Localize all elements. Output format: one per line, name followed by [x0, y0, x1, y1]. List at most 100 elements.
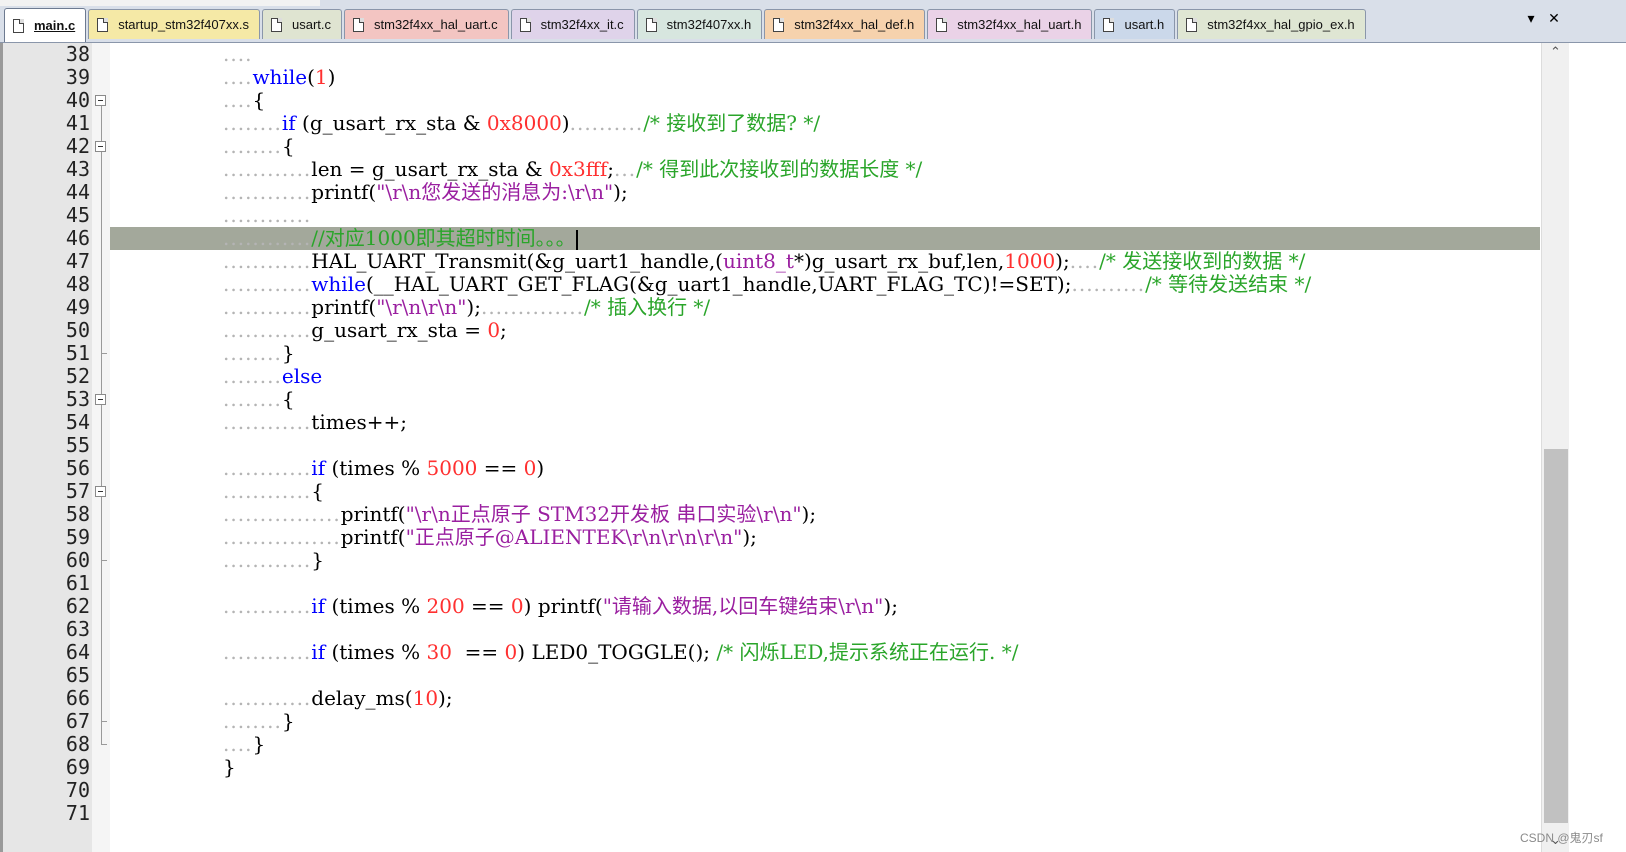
fold-end-marker	[101, 560, 107, 561]
code-line[interactable]: ............if (times % 5000 == 0)	[223, 457, 544, 480]
code-line[interactable]: ............	[223, 204, 311, 227]
code-line[interactable]: ........{	[223, 135, 295, 158]
tab-stm32f407xx-h[interactable]: stm32f407xx.h	[636, 9, 763, 39]
code-token: if	[311, 594, 326, 618]
code-line[interactable]: ....	[223, 43, 252, 66]
code-line[interactable]: ............delay_ms(10);	[223, 687, 453, 710]
tab-startup-stm32f407xx-s[interactable]: startup_stm32f407xx.s	[88, 9, 260, 39]
tab-label: stm32f4xx_hal_uart.c	[374, 17, 498, 32]
file-icon	[13, 18, 24, 33]
code-token: );	[883, 594, 898, 618]
code-line[interactable]: ....while(1)	[223, 66, 335, 89]
fold-collapse-icon[interactable]	[95, 394, 106, 405]
tab-label: main.c	[34, 18, 76, 33]
code-line[interactable]: ........else	[223, 365, 322, 388]
chevron-up-icon[interactable]: ⌃	[1542, 45, 1569, 60]
close-icon[interactable]: ✕	[1545, 11, 1563, 27]
code-line[interactable]: ............}	[223, 549, 324, 572]
tab-dropdown-icon[interactable]: ▾	[1522, 11, 1540, 27]
code-line[interactable]: ........}	[223, 342, 295, 365]
line-number: 39	[65, 65, 90, 89]
tab-stm32f4xx-hal-def-h[interactable]: stm32f4xx_hal_def.h	[764, 9, 926, 39]
code-token: 1	[314, 65, 328, 89]
line-number: 38	[65, 42, 90, 66]
code-token: );	[1055, 249, 1070, 273]
code-token: ==	[477, 456, 524, 480]
tab-stm32f4xx-hal-uart-h[interactable]: stm32f4xx_hal_uart.h	[927, 9, 1093, 39]
indent-guide: ............	[223, 157, 312, 181]
indent-guide: ...	[614, 157, 637, 181]
code-line[interactable]: ........{	[223, 388, 295, 411]
code-line[interactable]: ............g_usart_rx_sta = 0;	[223, 319, 507, 342]
code-token: 30	[426, 640, 452, 664]
code-line[interactable]: ............//对应1000即其超时时间。。。	[223, 227, 578, 250]
code-token: if	[311, 640, 326, 664]
line-number: 45	[65, 203, 90, 227]
code-token: 0	[487, 318, 501, 342]
code-line[interactable]: ............while(__HAL_UART_GET_FLAG(&g…	[223, 273, 1311, 296]
code-line[interactable]: ............if (times % 30 == 0) LED0_TO…	[223, 641, 1018, 664]
code-line[interactable]: ............times++;	[223, 411, 407, 434]
tab-stm32f4xx-hal-uart-c[interactable]: stm32f4xx_hal_uart.c	[344, 9, 509, 39]
line-number: 40	[65, 88, 90, 112]
file-icon	[97, 17, 109, 32]
code-line[interactable]: ................printf("正点原子@ALIENTEK\r\…	[223, 526, 757, 549]
code-token: (__HAL_UART_GET_FLAG(&g_uart1_handle,UAR…	[365, 272, 1072, 296]
line-number-gutter: 38 39 40 41 42 43 44 45 46 47 48 49 50 51 52 53 54 55 56 57…	[0, 43, 92, 852]
tab-usart-h[interactable]: usart.h	[1094, 9, 1176, 39]
text-cursor	[575, 229, 578, 250]
fold-collapse-icon[interactable]	[95, 486, 106, 497]
line-number: 54	[65, 410, 90, 434]
indent-guide: ....	[223, 42, 253, 66]
fold-end-marker	[101, 353, 107, 354]
indent-guide: ................	[223, 502, 341, 526]
code-line[interactable]: ....{	[223, 89, 265, 112]
vertical-scrollbar[interactable]: ⌃ ⌄	[1541, 43, 1569, 852]
code-token: }	[281, 709, 295, 733]
tab-stm32f4xx-hal-gpio-ex-h[interactable]: stm32f4xx_hal_gpio_ex.h	[1177, 9, 1366, 39]
line-number: 69	[65, 755, 90, 779]
line-number: 65	[65, 663, 90, 687]
code-token: );	[438, 686, 453, 710]
code-editor[interactable]: 38 39 40 41 42 43 44 45 46 47 48 49 50 51 52 53 54 55 56 57…	[0, 43, 1600, 852]
code-token: delay_ms(	[311, 686, 413, 710]
line-number: 58	[65, 502, 90, 526]
fold-collapse-icon[interactable]	[95, 95, 106, 106]
code-line[interactable]: ................printf("\r\n正点原子 STM32开发…	[223, 503, 816, 526]
code-token: "\r\n您发送的消息为:\r\n"	[376, 180, 614, 204]
indent-guide: ............	[223, 479, 312, 503]
code-token: {	[311, 479, 325, 503]
line-number: 63	[65, 617, 90, 641]
code-line[interactable]: ............HAL_UART_Transmit(&g_uart1_h…	[223, 250, 1305, 273]
line-number: 52	[65, 364, 90, 388]
code-line[interactable]: ............if (times % 200 == 0) printf…	[223, 595, 898, 618]
code-line[interactable]: ........}	[223, 710, 295, 733]
code-area[interactable]: .... ....while(1) ....{........if (g_usart…	[110, 43, 1540, 852]
code-line[interactable]: ........if (g_usart_rx_sta & 0x8000)....…	[223, 112, 820, 135]
tab-label: startup_stm32f407xx.s	[118, 17, 249, 32]
code-token: /* 闪烁LED,提示系统正在运行. */	[716, 640, 1019, 664]
code-token: /* 等待发送结束 */	[1145, 272, 1312, 296]
fold-collapse-icon[interactable]	[95, 141, 106, 152]
scrollbar-thumb[interactable]	[1544, 449, 1568, 823]
code-token: len = g_usart_rx_sta &	[311, 157, 549, 181]
code-line[interactable]: ............{	[223, 480, 324, 503]
code-token: "\r\n正点原子 STM32开发板 串口实验\r\n"	[405, 502, 802, 526]
code-line[interactable]: ............printf("\r\n您发送的消息为:\r\n");	[223, 181, 628, 204]
fold-end-marker	[101, 744, 107, 745]
tab-main-c[interactable]: main.c	[4, 8, 87, 42]
tab-label: usart.h	[1124, 17, 1165, 32]
tab-usart-c[interactable]: usart.c	[261, 9, 342, 39]
line-number: 53	[65, 387, 90, 411]
tab-stm32f4xx-it-c[interactable]: stm32f4xx_it.c	[510, 9, 635, 39]
code-token: (times %	[325, 456, 427, 480]
code-line[interactable]: }	[223, 756, 236, 779]
line-number: 48	[65, 272, 90, 296]
indent-guide: ................	[223, 525, 341, 549]
code-token: ) printf(	[523, 594, 603, 618]
code-token: {	[281, 387, 295, 411]
code-line[interactable]: ............len = g_usart_rx_sta & 0x3ff…	[223, 158, 922, 181]
code-token: (g_usart_rx_sta &	[295, 111, 487, 135]
code-line[interactable]: ....}	[223, 733, 265, 756]
code-line[interactable]: ............printf("\r\n\r\n");.........…	[223, 296, 710, 319]
